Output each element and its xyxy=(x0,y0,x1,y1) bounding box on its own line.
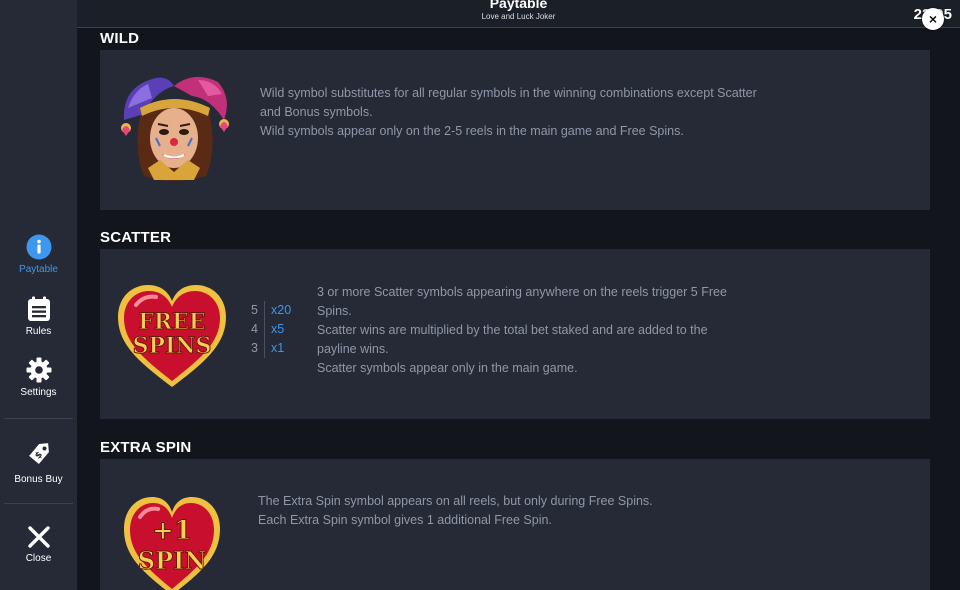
pay-multiplier: x20 xyxy=(271,303,292,317)
wild-description-line: Wild symbols appear only on the 2-5 reel… xyxy=(260,124,684,138)
extra-spin-symbol: +1 SPIN xyxy=(124,497,220,590)
gear-icon xyxy=(26,357,51,383)
pay-row: 5 x20 xyxy=(246,301,291,320)
sidebar-item-label: Paytable xyxy=(19,264,58,275)
extra-spin-description-line: Each Extra Spin symbol gives 1 additiona… xyxy=(258,513,552,527)
section-title-extra-spin: EXTRA SPIN xyxy=(100,439,192,456)
scatter-description-line: 3 or more Scatter symbols appearing anyw… xyxy=(317,285,727,299)
extra-spin-description: The Extra Spin symbol appears on all ree… xyxy=(258,492,653,530)
section-title-scatter: SCATTER xyxy=(100,229,172,246)
scatter-symbol-text: SPINS xyxy=(133,333,212,359)
pay-row: 3 x1 xyxy=(246,339,291,358)
paytable-content[interactable]: WILD Wild symbol substitutes for all reg… xyxy=(77,28,960,590)
sidebar-item-settings[interactable]: Settings xyxy=(0,357,77,398)
sidebar-item-label: Bonus Buy xyxy=(14,474,63,485)
wild-description-line: and Bonus symbols. xyxy=(260,105,373,119)
extra-spin-symbol-text: +1 xyxy=(152,516,192,546)
header-bar: Paytable Love and Luck Joker 22:05 xyxy=(77,0,960,28)
page-title: Paytable xyxy=(489,0,548,11)
scatter-symbol-text: FREE xyxy=(138,309,205,335)
pay-multiplier: x5 xyxy=(271,322,285,336)
sidebar-item-label: Settings xyxy=(20,387,57,398)
scatter-pays: 5 x20 4 x5 3 x1 xyxy=(246,301,291,358)
sidebar-item-rules[interactable]: Rules xyxy=(0,296,77,337)
scatter-description-line: Scatter symbols appear only in the main … xyxy=(317,361,578,375)
extra-spin-panel: +1 SPIN The Extra Spin symbol appears on… xyxy=(100,459,930,590)
free-spins-scatter-symbol: FREE SPINS xyxy=(118,285,226,387)
sidebar-item-label: Rules xyxy=(25,326,52,337)
sidebar-item-label: Close xyxy=(25,553,52,564)
close-icon: × xyxy=(928,11,938,27)
wild-description-line: Wild symbol substitutes for all regular … xyxy=(260,86,757,100)
wild-panel: Wild symbol substitutes for all regular … xyxy=(100,50,930,210)
pay-multiplier: x1 xyxy=(271,341,285,355)
rules-icon xyxy=(27,296,50,321)
pay-count: 3 xyxy=(251,341,258,355)
pay-row: 4 x5 xyxy=(246,320,291,339)
sidebar-divider xyxy=(4,418,73,419)
scatter-description-line: payline wins. xyxy=(317,342,389,356)
scatter-description-line: Spins. xyxy=(317,304,352,318)
pay-count: 4 xyxy=(251,322,258,336)
scatter-description: 3 or more Scatter symbols appearing anyw… xyxy=(317,283,727,378)
section-title-wild: WILD xyxy=(100,30,140,47)
sidebar-item-bonus-buy[interactable]: $ Bonus Buy xyxy=(0,440,77,485)
sidebar-item-close[interactable]: Close xyxy=(0,525,77,564)
close-icon xyxy=(27,526,50,548)
game-name: Love and Luck Joker xyxy=(481,12,556,21)
pay-count: 5 xyxy=(251,303,258,317)
close-paytable-button[interactable]: × xyxy=(922,8,944,30)
sidebar-divider xyxy=(4,503,73,504)
scatter-description-line: Scatter wins are multiplied by the total… xyxy=(317,323,708,337)
extra-spin-description-line: The Extra Spin symbol appears on all ree… xyxy=(258,494,653,508)
joker-wild-symbol xyxy=(121,76,229,181)
info-icon xyxy=(26,234,51,260)
sidebar: Paytable Rules Settings $ Bonus Buy Clos… xyxy=(0,0,77,590)
tag-icon: $ xyxy=(28,443,49,465)
wild-description: Wild symbol substitutes for all regular … xyxy=(260,84,757,141)
sidebar-item-paytable[interactable]: Paytable xyxy=(0,234,77,275)
scatter-panel: FREE SPINS 5 x20 4 x5 3 x1 3 or more Scatte… xyxy=(100,249,930,419)
extra-spin-symbol-text: SPIN xyxy=(138,546,207,575)
